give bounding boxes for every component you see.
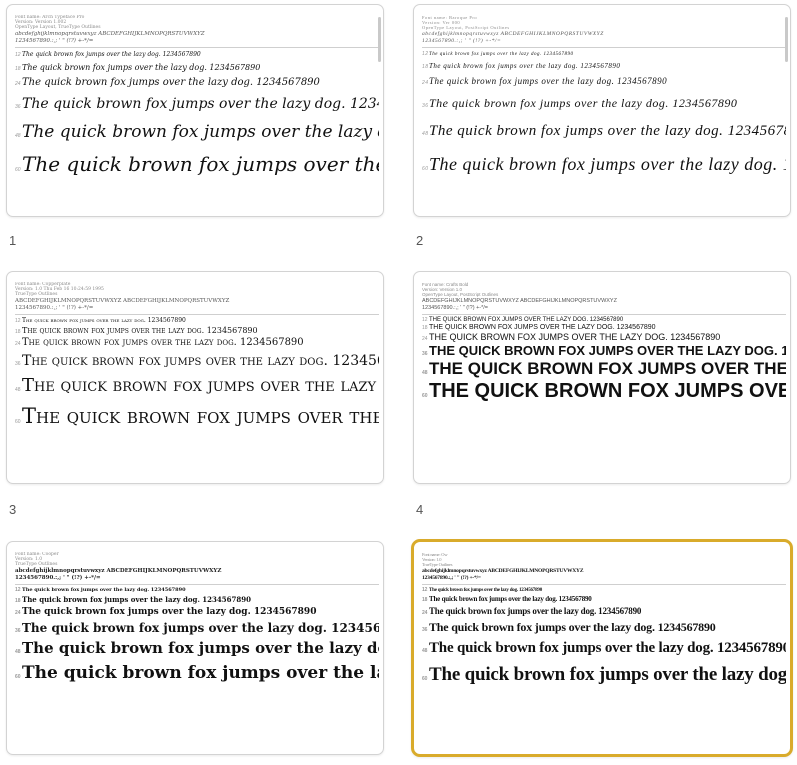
sample-line: 12 The quick brown fox jumps over the laz…	[15, 316, 186, 324]
sample-line: 48The quick brown fox jumps over the laz…	[422, 639, 786, 656]
sample-line: 18 The quick brown fox jumps over the laz…	[15, 62, 261, 72]
font-thumbnail-3[interactable]: Font name: Copperplate Version: 1.0 Thu …	[6, 271, 384, 484]
divider	[422, 313, 786, 315]
character-set: ABCDEFGHIJKLMNOPQRSTUVWXYZ ABCDEFGHIJKLM…	[15, 297, 230, 304]
font-thumbnail-6[interactable]: Font name: Ow Version: 1.0 TrueType Outl…	[411, 539, 793, 757]
sample-line: 48The quick brown fox jumps over the laz…	[422, 358, 786, 378]
sample-line: 48The quick brown fox jumps over the laz…	[15, 638, 379, 657]
character-set-digits: 1234567890.:,; ' " (!?) +-*/=	[15, 304, 94, 311]
sample-line: 36 The quick brown fox jumps over the laz…	[422, 619, 716, 634]
scrollbar[interactable]	[785, 17, 788, 62]
sample-line: 36 The quick brown fox jumps over the laz…	[422, 95, 738, 110]
character-set: ABCDEFGHIJKLMNOPQRSTUVWXYZ ABCDEFGHIJKLM…	[422, 297, 617, 304]
thumbnail-label: 3	[9, 502, 17, 517]
thumbnail-label: 1	[9, 233, 17, 248]
font-thumbnail-2[interactable]: Font name: Baroque Pro Version: Ver 000 …	[413, 4, 791, 217]
character-set-digits: 1234567890.:,; ' " (!?) +-*/=	[15, 574, 101, 581]
sample-line: 24 The quick brown fox jumps over the laz…	[422, 75, 668, 86]
thumbnail-label: 2	[416, 233, 424, 248]
sample-line: 60The quick brown fox jumps over the laz…	[15, 403, 379, 428]
sample-line: 18 The quick brown fox jumps over the laz…	[15, 594, 252, 604]
thumbnail-label: 4	[416, 502, 424, 517]
scrollbar[interactable]	[378, 17, 381, 62]
sample-line: 60The quick brown fox jumps over the laz…	[422, 153, 786, 174]
sample-line: 12 The quick brown fox jumps over the laz…	[422, 50, 574, 57]
character-set-digits: 1234567890.:,; ' " (!?) +-*/=	[422, 574, 481, 581]
font-preview: Font name: Ow Version: 1.0 TrueType Outl…	[422, 552, 786, 750]
character-set-digits: 1234567890.:,; ' " (!?) +-*/=	[15, 37, 94, 44]
sample-line: 60The quick brown fox jumps over the laz…	[15, 662, 379, 683]
font-preview: Font name: Baroque Pro Version: Ver 000 …	[422, 15, 786, 212]
sample-line: 18 The quick brown fox jumps over the laz…	[422, 594, 592, 603]
font-preview: Font name: Cooper Version: 1.0 TrueType …	[15, 552, 379, 750]
sample-line: 12 The quick brown fox jumps over the laz…	[422, 586, 542, 593]
sample-line: 12 The quick brown fox jumps over the laz…	[15, 586, 186, 593]
character-set: abcdefghijklmnopqrstuvwxyz ABCDEFGHIJKLM…	[15, 567, 222, 574]
sample-line: 18 The quick brown fox jumps over the laz…	[15, 325, 258, 335]
sample-line: 48The quick brown fox jumps over the laz…	[422, 122, 786, 139]
font-preview: Font name: Arch Typeface Pro Version: Ve…	[15, 15, 379, 212]
character-set: abcdefghijklmnopqrstuvwxyz ABCDEFGHIJKLM…	[15, 30, 205, 37]
font-preview: Font name: Crafts Bold Version: Version …	[422, 282, 786, 479]
font-preview: Font name: Copperplate Version: 1.0 Thu …	[15, 282, 379, 479]
sample-line: 24 The quick brown fox jumps over the laz…	[15, 606, 317, 617]
sample-line: 36 The quick brown fox jumps over the laz…	[422, 342, 786, 358]
sample-line: 24 The quick brown fox jumps over the laz…	[422, 331, 721, 342]
font-thumbnail-4[interactable]: Font name: Crafts Bold Version: Version …	[413, 271, 791, 484]
sample-line: 24 The quick brown fox jumps over the laz…	[422, 605, 642, 616]
character-set-digits: 1234567890.:,; ' " (!?) +-*/=	[422, 37, 502, 44]
sample-line: 36 The quick brown fox jumps over the laz…	[15, 352, 379, 369]
divider	[15, 46, 379, 48]
divider	[15, 583, 379, 585]
divider	[422, 46, 786, 48]
sample-line: 60The quick brown fox jumps over the laz…	[15, 151, 379, 176]
sample-line: 12 The quick brown fox jumps over the laz…	[15, 50, 201, 58]
sample-line: 18 The quick brown fox jumps over the laz…	[422, 323, 656, 331]
character-set: abcdefghijklmnopqrstuvwxyz ABCDEFGHIJKLM…	[422, 567, 584, 574]
divider	[15, 313, 379, 315]
sample-line: 48The quick brown fox jumps over the laz…	[15, 374, 379, 396]
divider	[422, 583, 786, 585]
character-set: abcdefghijklmnopqrstuvwxyz ABCDEFGHIJKLM…	[422, 30, 604, 37]
sample-line: 36 The quick brown fox jumps over the laz…	[15, 95, 379, 112]
sample-line: 48The quick brown fox jumps over the laz…	[15, 121, 379, 142]
font-thumbnail-5[interactable]: Font name: Cooper Version: 1.0 TrueType …	[6, 541, 384, 755]
sample-line: 60The quick brown fox jumps over the laz…	[422, 379, 786, 402]
sample-line: 36 The quick brown fox jumps over the laz…	[15, 620, 379, 635]
sample-line: 18 The quick brown fox jumps over the laz…	[422, 61, 621, 70]
character-set-digits: 1234567890.:,; ' " (!?) +-*/=	[422, 304, 488, 311]
sample-line: 12 The quick brown fox jumps over the laz…	[422, 316, 624, 323]
sample-line: 24 The quick brown fox jumps over the laz…	[15, 76, 320, 88]
font-thumbnail-1[interactable]: Font name: Arch Typeface Pro Version: Ve…	[6, 4, 384, 217]
sample-line: 24 The quick brown fox jumps over the laz…	[15, 336, 304, 348]
sample-line: 60The quick brown fox jumps over the laz…	[422, 663, 786, 685]
